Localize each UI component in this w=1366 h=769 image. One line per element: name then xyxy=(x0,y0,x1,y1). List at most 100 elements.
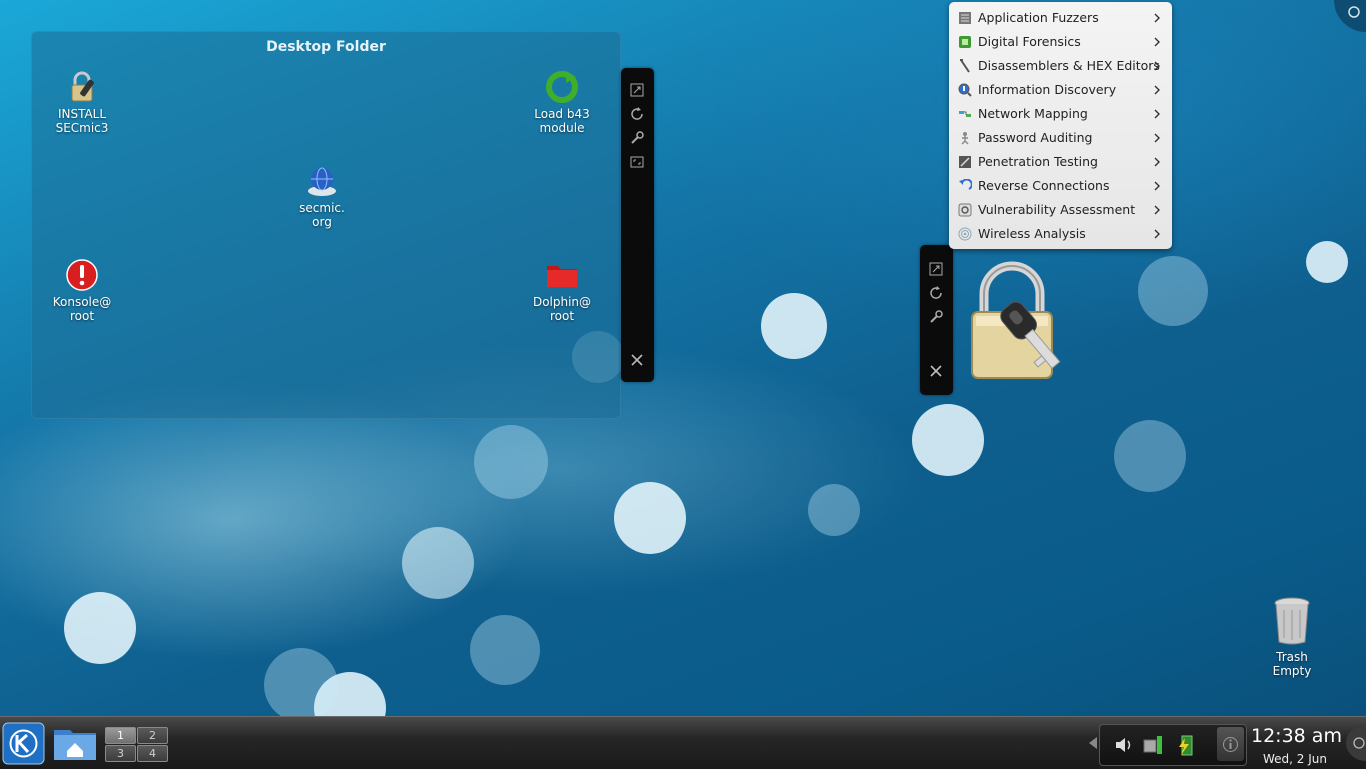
resize-icon[interactable] xyxy=(629,82,645,98)
desktop-toolbox-icon[interactable] xyxy=(1334,0,1366,32)
red-folder-icon xyxy=(547,266,577,287)
menu-item-application-fuzzers[interactable]: Application Fuzzers xyxy=(949,7,1172,31)
menu-item-digital-forensics[interactable]: Digital Forensics xyxy=(949,31,1172,55)
menu-item-label: Reverse Connections xyxy=(978,178,1110,193)
bokeh-light xyxy=(474,425,548,499)
bokeh-light xyxy=(912,404,984,476)
folder-title: Desktop Folder xyxy=(266,39,386,55)
maximize-icon[interactable] xyxy=(629,154,645,170)
menu-item-password-auditing[interactable]: Password Auditing xyxy=(949,127,1172,151)
bokeh-light xyxy=(1306,241,1348,283)
menu-item-label: Disassemblers & HEX Editors xyxy=(978,58,1160,73)
globe-icon xyxy=(308,167,336,196)
icon-label: module xyxy=(539,121,585,135)
menu-item-label: Application Fuzzers xyxy=(978,10,1099,25)
virtual-desktop-pager[interactable]: 1 2 3 4 xyxy=(105,727,168,762)
menu-item-label: Digital Forensics xyxy=(978,34,1081,49)
rotate-icon[interactable] xyxy=(629,106,645,122)
kde-start-menu-icon[interactable] xyxy=(2,722,45,765)
disassembler-icon xyxy=(960,59,970,73)
desktop-icon-konsole[interactable]: Konsole@ root xyxy=(37,257,127,323)
menu-item-network-mapping[interactable]: Network Mapping xyxy=(949,103,1172,127)
desktop-icon-load-b43[interactable]: Load b43 module xyxy=(517,69,607,135)
desktop-icon-install[interactable]: INSTALL SECmic3 xyxy=(37,69,127,135)
tray-notifications-button[interactable] xyxy=(1217,727,1244,761)
lock-widget-handle[interactable] xyxy=(920,245,953,395)
trash-desktop-icon[interactable]: Trash Empty xyxy=(1256,596,1328,678)
bokeh-light xyxy=(761,293,827,359)
home-folder-icon[interactable] xyxy=(52,724,98,762)
desktop-2[interactable]: 2 xyxy=(137,727,168,744)
chevron-right-icon xyxy=(1154,61,1160,71)
bokeh-light xyxy=(808,484,860,536)
desktop-icon-dolphin[interactable]: Dolphin@ root xyxy=(517,257,607,323)
chevron-right-icon xyxy=(1154,181,1160,191)
desktop-1[interactable]: 1 xyxy=(105,727,136,744)
taskbar-panel: 1 2 3 4 12:38 am Wed, 2 Jun xyxy=(0,716,1366,769)
clock-time[interactable]: 12:38 am xyxy=(1251,725,1342,747)
icon-label: secmic. xyxy=(299,201,345,215)
menu-item-information-discovery[interactable]: Information Discovery xyxy=(949,79,1172,103)
fuzzer-icon xyxy=(959,12,971,24)
menu-item-penetration-testing[interactable]: Penetration Testing xyxy=(949,151,1172,175)
bokeh-light xyxy=(1138,256,1208,326)
icon-label: SECmic3 xyxy=(55,121,109,135)
icon-label: root xyxy=(549,309,575,323)
chevron-right-icon xyxy=(1154,13,1160,23)
system-tray xyxy=(1099,724,1247,766)
folder-widget-handle[interactable] xyxy=(621,68,654,382)
bokeh-light xyxy=(614,482,686,554)
forensics-icon xyxy=(959,36,971,48)
desktop-4[interactable]: 4 xyxy=(137,745,168,762)
clock-date: Wed, 2 Jun xyxy=(1263,752,1327,766)
menu-item-label: Wireless Analysis xyxy=(978,226,1086,241)
icon-label: root xyxy=(69,309,95,323)
chevron-right-icon xyxy=(1154,37,1160,47)
bokeh-light xyxy=(264,648,338,722)
icon-label: Load b43 xyxy=(534,107,590,121)
menu-item-label: Network Mapping xyxy=(978,106,1088,121)
chevron-right-icon xyxy=(1154,109,1160,119)
reload-green-icon xyxy=(546,71,578,103)
icon-label: org xyxy=(312,215,332,229)
menu-item-label: Information Discovery xyxy=(978,82,1117,97)
padlock-key-icon[interactable] xyxy=(962,258,1086,384)
menu-item-label: Penetration Testing xyxy=(978,154,1098,169)
bokeh-light xyxy=(402,527,474,599)
menu-item-reverse-connections[interactable]: Reverse Connections xyxy=(949,175,1172,199)
security-tools-menu[interactable]: Application Fuzzers Digital Forensics Di… xyxy=(949,2,1172,249)
trash-label: Trash xyxy=(1276,650,1308,664)
lock-install-icon xyxy=(71,71,94,102)
wrench-icon[interactable] xyxy=(629,130,645,146)
chevron-right-icon xyxy=(1154,157,1160,167)
menu-item-disassemblers-hex-editors[interactable]: Disassemblers & HEX Editors xyxy=(949,55,1172,79)
desktop-3[interactable]: 3 xyxy=(105,745,136,762)
desktop-icon-secmic-org[interactable]: secmic. org xyxy=(277,163,367,229)
close-icon[interactable] xyxy=(629,352,645,368)
icon-label: INSTALL xyxy=(57,107,107,121)
menu-item-vulnerability-assessment[interactable]: Vulnerability Assessment xyxy=(949,199,1172,223)
reverse-icon xyxy=(959,179,972,190)
network-icon[interactable] xyxy=(1142,734,1164,756)
tray-collapse-arrow-icon[interactable] xyxy=(1086,735,1100,751)
chevron-right-icon xyxy=(1154,85,1160,95)
close-icon[interactable] xyxy=(928,363,944,379)
rotate-icon[interactable] xyxy=(928,285,944,301)
bokeh-light xyxy=(64,592,136,664)
volume-icon[interactable] xyxy=(1114,736,1134,754)
network-mapping-icon xyxy=(959,111,971,117)
vuln-icon xyxy=(958,203,972,217)
trash-icon xyxy=(1274,597,1310,645)
warning-icon xyxy=(66,259,98,291)
panel-toolbox-icon[interactable] xyxy=(1346,725,1366,761)
menu-item-wireless-analysis[interactable]: Wireless Analysis xyxy=(949,223,1172,247)
info-icon xyxy=(1223,737,1238,752)
bokeh-light xyxy=(1114,420,1186,492)
wrench-icon[interactable] xyxy=(928,309,944,325)
battery-power-icon[interactable] xyxy=(1176,734,1196,756)
wireless-icon xyxy=(958,227,972,241)
desktop-folder-widget[interactable]: Desktop Folder INSTALL SECmic3 Load b43 … xyxy=(31,31,621,419)
resize-icon[interactable] xyxy=(928,261,944,277)
trash-status: Empty xyxy=(1272,664,1312,678)
menu-item-label: Vulnerability Assessment xyxy=(978,202,1136,217)
